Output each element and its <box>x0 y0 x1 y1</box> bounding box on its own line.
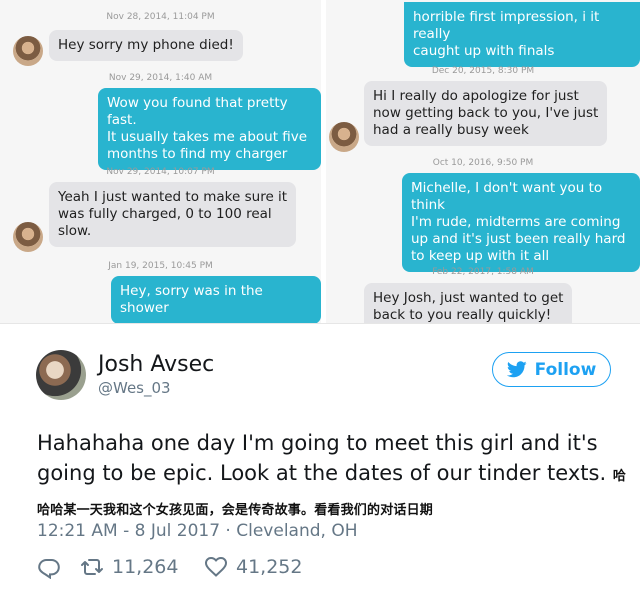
chat-panel-right: horrible first impression, i it really c… <box>326 0 640 323</box>
follow-label: Follow <box>534 359 597 380</box>
message-bubble-received: Hey Josh, just wanted to get back to you… <box>364 283 573 323</box>
retweet-icon <box>81 559 103 575</box>
display-name[interactable]: Josh Avsec <box>98 352 214 377</box>
chat-panel-left: Nov 28, 2014, 11:04 PM Hey sorry my phon… <box>0 0 321 323</box>
message-bubble-sent: Hey, sorry was in the shower <box>111 276 321 323</box>
avatar <box>329 122 359 152</box>
message-timestamp: Dec 20, 2015, 8:30 PM <box>431 66 535 76</box>
reply-icon <box>38 559 60 579</box>
message-bubble-received: Hey sorry my phone died! <box>49 30 243 61</box>
tweet-body: Hahahaha one day I'm going to meet this … <box>37 431 607 485</box>
like-button[interactable]: 41,252 <box>204 555 302 579</box>
reply-button[interactable] <box>37 555 61 579</box>
message-bubble-sent: Wow you found that pretty fast. It usual… <box>98 88 321 170</box>
message-timestamp: Nov 29, 2014, 1:40 AM <box>108 73 213 83</box>
heart-icon <box>204 556 228 577</box>
message-timestamp: Feb 22, 2017, 1:58 AM <box>432 267 534 277</box>
follow-button[interactable]: Follow <box>492 352 611 387</box>
like-count: 41,252 <box>236 556 303 578</box>
tweet-text: Hahahaha one day I'm going to meet this … <box>37 428 627 526</box>
message-timestamp: Jan 19, 2015, 10:45 PM <box>108 261 213 271</box>
tweet-timestamp-location[interactable]: 12:21 AM - 8 Jul 2017 · Cleveland, OH <box>37 521 358 541</box>
message-bubble-received: Yeah I just wanted to make sure it was f… <box>49 182 297 247</box>
message-bubble-sent: Michelle, I don't want you to think I'm … <box>402 173 640 272</box>
avatar[interactable] <box>36 350 86 400</box>
message-timestamp: Nov 29, 2014, 10:07 PM <box>106 167 215 177</box>
avatar <box>13 36 43 66</box>
message-timestamp: Nov 28, 2014, 11:04 PM <box>106 12 215 22</box>
retweet-count: 11,264 <box>112 556 179 578</box>
avatar <box>13 222 43 252</box>
retweet-button[interactable]: 11,264 <box>80 555 178 579</box>
twitter-bird-icon <box>506 361 527 378</box>
message-bubble-sent: horrible first impression, i it really c… <box>404 2 640 67</box>
message-timestamp: Oct 10, 2016, 9:50 PM <box>432 158 534 168</box>
message-bubble-received: Hi I really do apologize for just now ge… <box>364 81 608 146</box>
user-handle[interactable]: @Wes_03 <box>98 379 171 397</box>
